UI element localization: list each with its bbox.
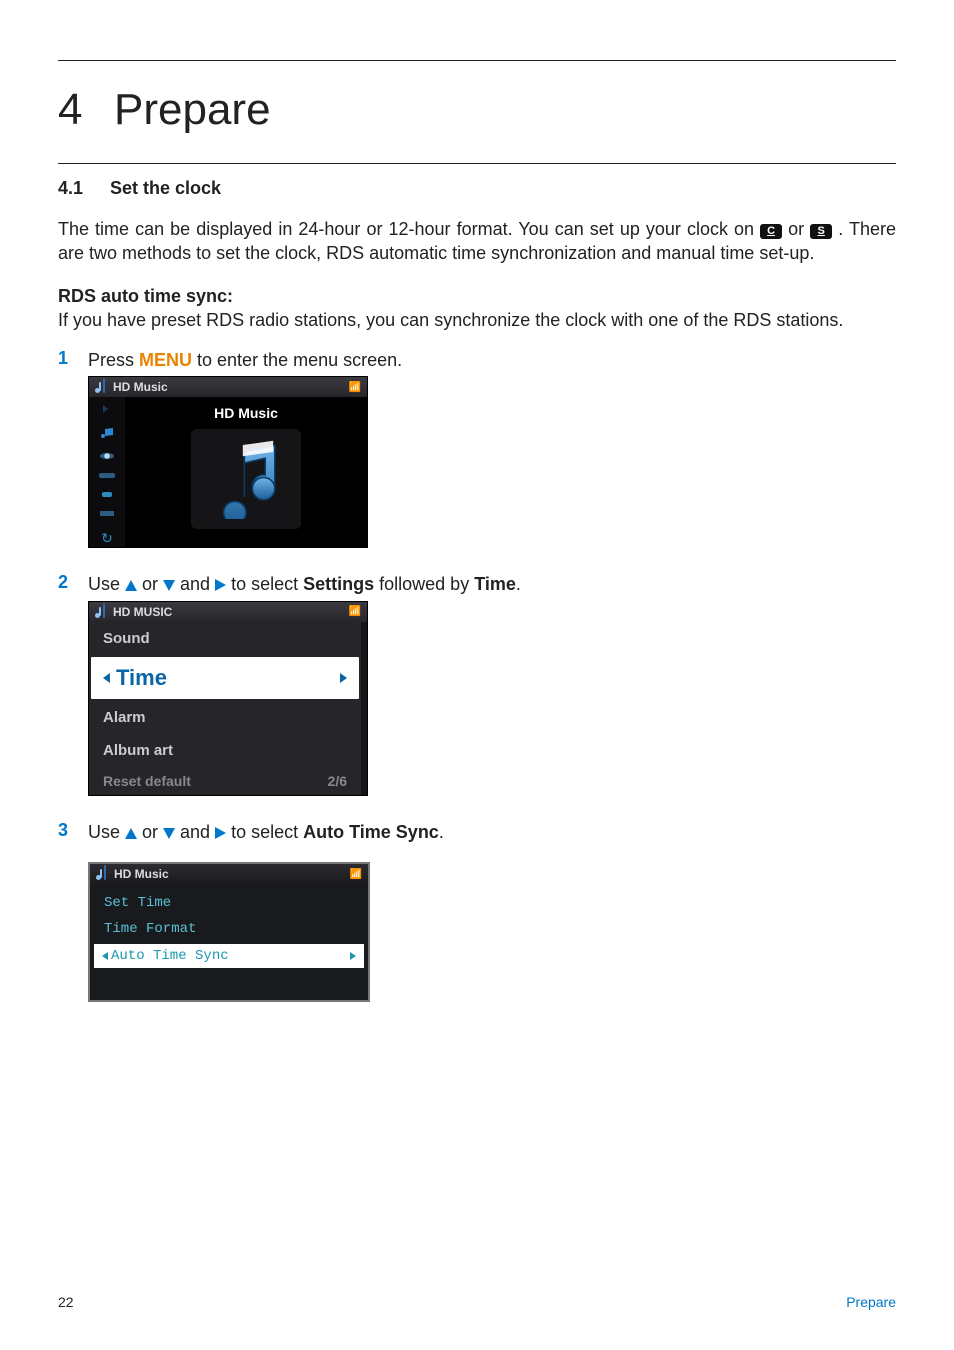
s3d: to select [226,822,303,842]
row-reset-default: Reset default [103,773,191,789]
section-number: 4.1 [58,178,110,199]
auto-time-sync-label: Auto Time Sync [303,822,439,842]
chapter-title: Prepare [114,85,271,135]
sidebar-caret-icon [103,405,112,413]
music-note-icon [96,868,108,880]
screenshot-settings-time: HD MUSIC 📶 Sound Time Alarm Album art Re… [88,601,368,796]
right-caret-icon [350,952,356,960]
music-note-icon [95,381,107,393]
left-caret-icon [102,952,108,960]
signal-icon: 📶 [350,869,362,880]
intro-paragraph: The time can be displayed in 24-hour or … [58,217,896,266]
rds-body: If you have preset RDS radio stations, y… [58,310,843,330]
s2c: and [175,574,215,594]
row-sound: Sound [89,622,361,655]
page-number: 22 [58,1294,74,1310]
row-auto-time-sync-selected: Auto Time Sync [94,944,364,968]
step-3-text: Use or and to select Auto Time Sync. [88,820,444,844]
large-music-note-icon [191,429,301,529]
shot2-titlebar: HD MUSIC [113,605,172,619]
left-caret-icon [103,673,110,683]
s2f: . [516,574,521,594]
step-1-text: Press MENU to enter the menu screen. [88,348,402,372]
section-title: Set the clock [110,178,221,199]
menu-label: MENU [139,350,192,370]
time-label: Time [474,574,516,594]
screenshot-auto-time-sync: HD Music 📶 Set Time Time Format Auto Tim… [88,862,370,1002]
s2a: Use [88,574,125,594]
shot1-titlebar: HD Music [113,380,168,394]
sidebar-usb-icon [102,492,112,498]
footer-section: Prepare [846,1294,896,1310]
chapter-number: 4 [58,85,110,135]
intro-pre: The time can be displayed in 24-hour or … [58,219,760,239]
s2d: to select [226,574,303,594]
s3e: . [439,822,444,842]
scrollbar [361,622,367,795]
list-counter: 2/6 [328,773,347,789]
shot3-titlebar: HD Music [114,867,169,881]
row-alarm: Alarm [89,701,361,734]
s2e: followed by [374,574,474,594]
sidebar-music-icon [99,427,115,439]
row-album-art: Album art [89,734,361,767]
row-set-time: Set Time [90,890,368,916]
rds-heading: RDS auto time sync: [58,286,233,306]
row-ats-label: Auto Time Sync [111,948,229,964]
up-arrow-icon [125,580,137,591]
s3a: Use [88,822,125,842]
s3b: or [137,822,163,842]
right-caret-icon [340,673,347,683]
s3c: and [175,822,215,842]
intro-or: or [788,219,810,239]
down-arrow-icon [163,580,175,591]
shot1-sidebar: ↻ [89,397,125,547]
badge-c: C [760,224,782,239]
badge-s: S [810,224,832,239]
right-arrow-icon [215,579,226,591]
settings-label: Settings [303,574,374,594]
step-2-text: Use or and to select Settings followed b… [88,572,521,596]
row-time-label: Time [116,665,167,691]
sidebar-cd-icon [100,453,114,459]
s2b: or [137,574,163,594]
up-arrow-icon [125,828,137,839]
sidebar-aux-icon [100,511,114,516]
signal-icon: 📶 [349,606,361,617]
step-2-number: 2 [58,572,88,593]
step-3-number: 3 [58,820,88,841]
row-time-selected: Time [91,657,359,699]
down-arrow-icon [163,828,175,839]
step-1-number: 1 [58,348,88,369]
right-arrow-icon [215,827,226,839]
screenshot-hd-music-menu: HD Music 📶 ↻ HD Music [88,376,368,548]
signal-icon: 📶 [349,382,361,393]
sidebar-radio-icon [99,473,115,477]
music-note-icon [95,606,107,618]
shot1-main-label: HD Music [214,405,278,421]
row-time-format: Time Format [90,916,368,942]
step-1-b: to enter the menu screen. [192,350,402,370]
step-1-a: Press [88,350,139,370]
sidebar-refresh-icon: ↻ [101,530,113,547]
